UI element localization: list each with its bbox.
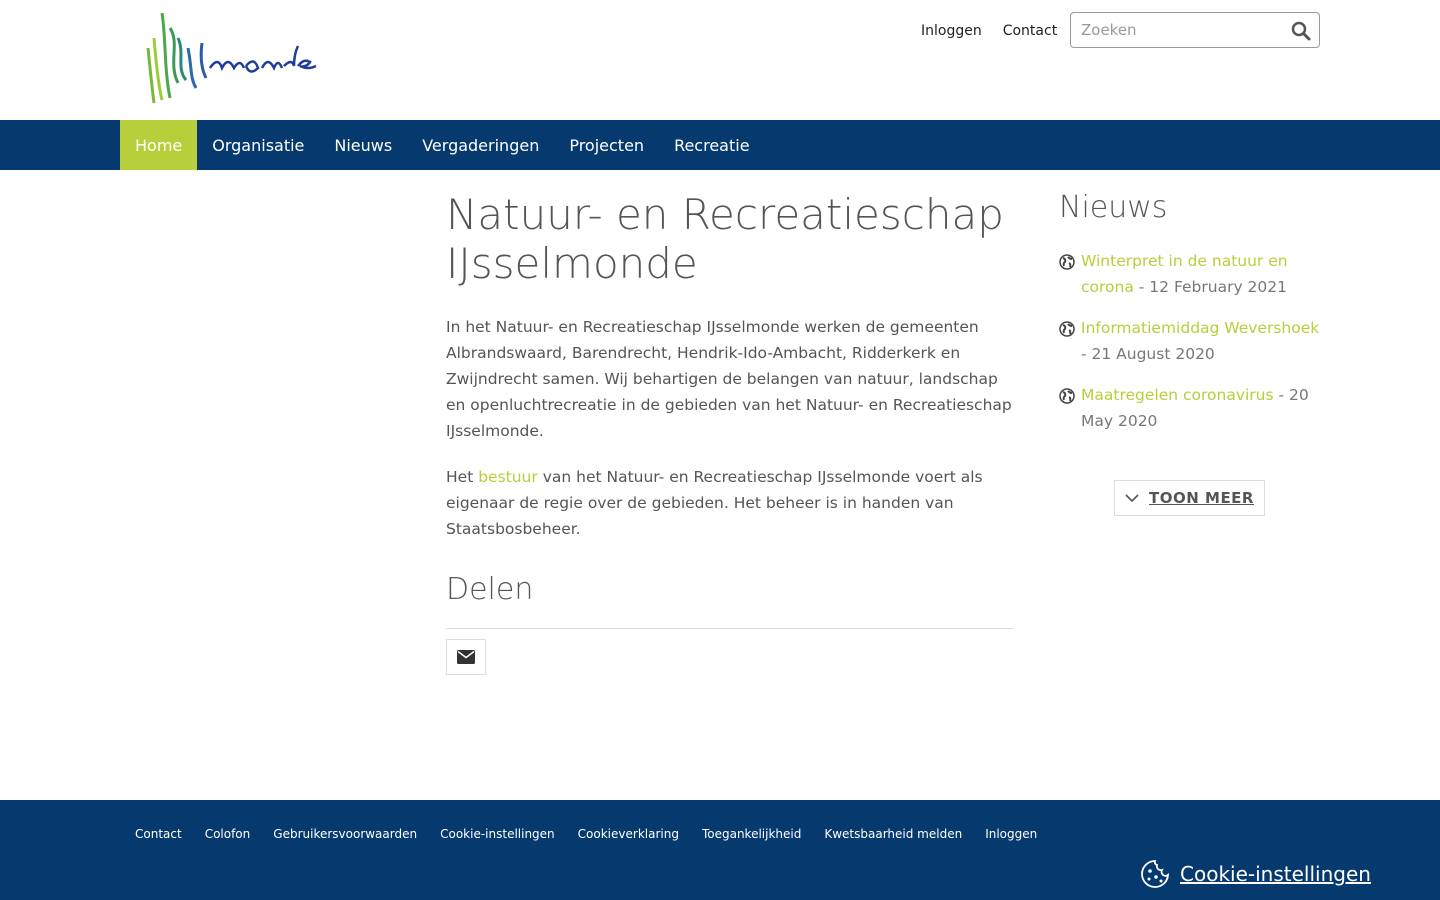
main-nav: Home Organisatie Nieuws Vergaderingen Pr… [0, 120, 1440, 170]
search-box [1070, 12, 1320, 48]
news-date: - 21 August 2020 [1081, 345, 1215, 363]
ijsselmonde-logo-icon [146, 12, 317, 104]
nav-item-vergaderingen[interactable]: Vergaderingen [407, 120, 554, 170]
share-heading: Delen [446, 572, 534, 607]
site-header: Inloggen Contact [0, 0, 1440, 120]
nav-item-recreatie[interactable]: Recreatie [659, 120, 764, 170]
show-more-button[interactable]: TOON MEER [1114, 480, 1265, 516]
footer-link-cookie-instellingen[interactable]: Cookie-instellingen [440, 826, 555, 842]
show-more-label: TOON MEER [1149, 489, 1254, 507]
site-logo[interactable] [140, 8, 320, 108]
paragraph-text: Het [446, 468, 479, 486]
footer-link-cookieverklaring[interactable]: Cookieverklaring [578, 826, 679, 842]
footer-link-gebruikersvoorwaarden[interactable]: Gebruikersvoorwaarden [273, 826, 417, 842]
news-heading: Nieuws [1059, 190, 1168, 225]
footer-link-colofon[interactable]: Colofon [205, 826, 251, 842]
main-content: Natuur- en Recreatieschap IJsselmonde In… [446, 190, 1014, 675]
contact-link[interactable]: Contact [1003, 20, 1057, 42]
list-item: Maatregelen coronavirus - 20 May 2020 [1059, 382, 1320, 434]
footer-link-toegankelijkheid[interactable]: Toegankelijkheid [702, 826, 801, 842]
news-link[interactable]: Maatregelen coronavirus [1081, 386, 1274, 404]
globe-icon [1059, 254, 1075, 270]
footer-link-contact[interactable]: Contact [135, 826, 182, 842]
list-item: Informatiemiddag Wevershoek - 21 August … [1059, 315, 1320, 367]
news-date: - 12 February 2021 [1133, 278, 1287, 296]
bestuur-paragraph: Het bestuur van het Natuur- en Recreatie… [446, 464, 1014, 542]
share-mail-button[interactable] [446, 639, 486, 675]
nav-item-projecten[interactable]: Projecten [554, 120, 659, 170]
news-list: Winterpret in de natuur en corona - 12 F… [1059, 248, 1320, 434]
footer-links: Contact Colofon Gebruikersvoorwaarden Co… [135, 826, 1060, 842]
nav-item-nieuws[interactable]: Nieuws [319, 120, 407, 170]
search-input[interactable] [1081, 18, 1281, 42]
intro-paragraph: In het Natuur- en Recreatieschap IJsselm… [446, 318, 1012, 440]
globe-icon [1059, 321, 1075, 337]
list-item: Winterpret in de natuur en corona - 12 F… [1059, 248, 1320, 300]
nav-item-home[interactable]: Home [120, 120, 198, 170]
bestuur-link[interactable]: bestuur [478, 468, 538, 486]
site-footer: Contact Colofon Gebruikersvoorwaarden Co… [0, 800, 1440, 900]
cookie-icon [1141, 860, 1170, 888]
chevron-down-icon [1125, 493, 1139, 502]
nav-item-organisatie[interactable]: Organisatie [197, 120, 319, 170]
cookie-settings-label: Cookie-instellingen [1180, 862, 1371, 886]
login-link[interactable]: Inloggen [921, 20, 982, 42]
search-icon[interactable] [1291, 21, 1311, 41]
divider [446, 628, 1014, 629]
news-sidebar: Nieuws Winterpret in de natuur en corona… [1059, 188, 1320, 516]
news-link[interactable]: Informatiemiddag Wevershoek [1081, 319, 1319, 337]
page-title: Natuur- en Recreatieschap IJsselmonde [446, 190, 1004, 288]
cookie-settings-button[interactable]: Cookie-instellingen [1140, 859, 1371, 889]
globe-icon [1059, 388, 1075, 404]
mail-icon [457, 650, 475, 664]
footer-link-inloggen[interactable]: Inloggen [985, 826, 1037, 842]
top-links: Inloggen Contact [921, 20, 1078, 42]
footer-link-kwetsbaarheid[interactable]: Kwetsbaarheid melden [824, 826, 962, 842]
